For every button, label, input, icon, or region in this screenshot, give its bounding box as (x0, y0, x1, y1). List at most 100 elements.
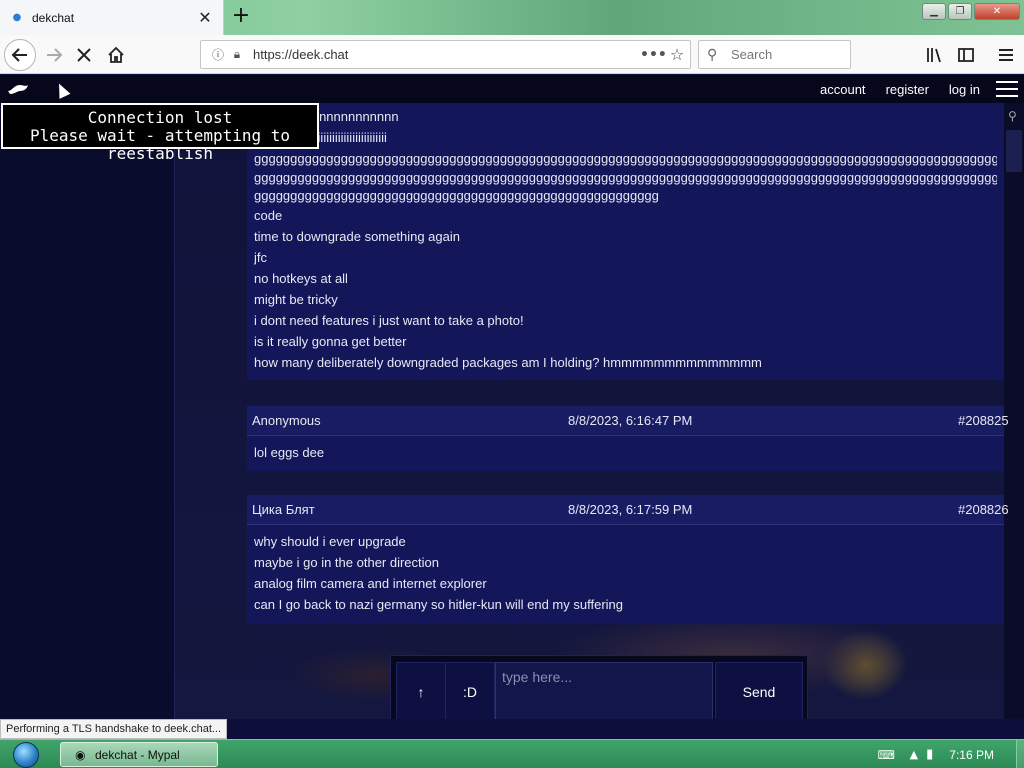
message-line: iiiiiiiiiiiiiiiiiiiiiiiiiiiiiiiiiiiiiiii… (254, 130, 387, 145)
web-page: account register log in ⚲ « nnnnnnnnnnnn… (0, 75, 1024, 719)
start-button[interactable] (4, 740, 48, 768)
message-input[interactable] (495, 662, 713, 719)
minimize-button[interactable]: ▁ (922, 3, 946, 20)
sidebar-search-icon[interactable]: ⚲ (1008, 109, 1017, 123)
message-timestamp: 8/8/2023, 6:16:47 PM (568, 413, 693, 428)
hamburger-icon (999, 49, 1013, 61)
os-taskbar: ◉ dekchat - Mypal ⌨ ▲ ▮ 7:16 PM (0, 739, 1024, 768)
system-tray: ⌨ ▲ ▮ 7:16 PM (878, 740, 1024, 768)
chat-message: nnnnnnnnnnnnnnnnnnnn iiiiiiiiiiiiiiiiiii… (247, 103, 1004, 380)
message-author[interactable]: Anonymous (252, 413, 321, 428)
window-close-button[interactable]: ✕ (974, 3, 1020, 20)
left-panel (0, 75, 175, 719)
keyboard-icon[interactable]: ⌨ (878, 748, 896, 762)
side-scroll-thumb[interactable] (1006, 130, 1022, 172)
maximize-button[interactable]: ❐ (948, 3, 972, 20)
message-line: i dont need features i just want to take… (254, 313, 524, 328)
message-composer: ↑ :D Send (390, 655, 808, 719)
url-text[interactable]: https://deek.chat (253, 47, 640, 62)
message-number[interactable]: #208826 (958, 502, 1009, 517)
site-menu-button[interactable] (996, 79, 1018, 99)
search-bar[interactable]: ⚲ (698, 40, 851, 69)
message-body: nnnnnnnnnnnnnnnnnnnn iiiiiiiiiiiiiiiiiii… (247, 103, 1004, 379)
upload-button[interactable]: ↑ (396, 662, 446, 719)
notice-detail: Please wait - attempting to reestablish (29, 126, 291, 163)
notice-title: Connection lost (87, 108, 233, 127)
taskbar-clock[interactable]: 7:16 PM (949, 748, 994, 762)
connection-lost-notice: Connection lost Please wait - attempting… (1, 103, 319, 163)
close-icon (77, 48, 91, 62)
message-line: how many deliberately downgraded package… (254, 355, 762, 370)
search-icon: ⚲ (707, 46, 718, 63)
show-desktop-button[interactable] (1016, 740, 1024, 768)
message-body: why should i ever upgrade maybe i go in … (247, 525, 1004, 621)
page-actions-icon[interactable]: ••• (640, 47, 667, 63)
bird-logo-icon[interactable] (6, 79, 30, 99)
tab-close-button[interactable]: ✕ (195, 8, 215, 28)
message-body: lol eggs dee (247, 436, 1004, 469)
message-line: why should i ever upgrade (254, 534, 406, 549)
site-topnav: account register log in (0, 75, 1024, 103)
message-timestamp: 8/8/2023, 6:17:59 PM (568, 502, 693, 517)
browser-titlebar: ● dekchat ✕ + ▁ ❐ ✕ (0, 0, 1024, 35)
site-favicon-icon: ● (12, 12, 22, 23)
message-line: can I go back to nazi germany so hitler-… (254, 597, 623, 612)
taskbar-window-label: dekchat - Mypal (95, 747, 180, 762)
windows-logo-icon (13, 741, 39, 768)
login-link[interactable]: log in (949, 82, 980, 97)
back-button[interactable] (4, 39, 36, 71)
sidebar-button[interactable] (950, 39, 982, 71)
chat-message: Цика Блят 8/8/2023, 6:17:59 PM #208826 w… (247, 495, 1009, 624)
home-button[interactable] (100, 39, 132, 71)
message-line: lol eggs dee (254, 445, 325, 460)
message-line: nnnnnnnnnnnnnnnnnnnn (254, 109, 399, 124)
side-scrollbar[interactable] (1004, 103, 1024, 719)
message-number[interactable]: #208825 (958, 413, 1009, 428)
network-icon[interactable]: ▮ (926, 747, 933, 762)
account-link[interactable]: account (820, 82, 866, 97)
window-controls: ▁ ❐ ✕ (922, 3, 1020, 20)
message-author[interactable]: Цика Блят (252, 502, 315, 517)
message-line: analog film camera and internet explorer (254, 576, 487, 591)
forward-button[interactable] (38, 39, 70, 71)
message-line: jfc (254, 250, 267, 265)
send-button[interactable]: Send (715, 662, 803, 719)
library-icon (927, 48, 941, 63)
arrow-right-icon (47, 48, 63, 62)
browser-app-icon: ◉ (75, 747, 86, 762)
message-line: gggggggggggggggggggggggggggggggggggggggg… (254, 170, 997, 185)
star-icon[interactable]: ☆ (664, 45, 690, 64)
emoji-button[interactable]: :D (445, 662, 495, 719)
hamburger-icon (996, 81, 1018, 83)
message-line: is it really gonna get better (254, 334, 407, 349)
library-button[interactable] (918, 39, 950, 71)
home-icon (108, 46, 124, 63)
register-link[interactable]: register (886, 82, 929, 97)
tab-title: dekchat (32, 10, 75, 25)
info-icon[interactable]: ⓘ (209, 46, 227, 64)
taskbar-window-button[interactable]: ◉ dekchat - Mypal (60, 742, 218, 767)
collapse-sidebar-icon[interactable]: « (1010, 715, 1019, 719)
message-line: code (254, 208, 283, 223)
message-line: gggggggggggggggggggggggggggggggggggggggg… (254, 151, 997, 166)
chat-message: Anonymous 8/8/2023, 6:16:47 PM #208825 l… (247, 406, 1009, 471)
search-input[interactable] (731, 47, 841, 62)
message-line: gggggggggggggggggggggggggggggggggggggggg… (254, 188, 659, 203)
message-header: Цика Блят 8/8/2023, 6:17:59 PM #208826 (247, 495, 1009, 525)
arrow-left-icon (11, 48, 27, 62)
message-line: might be tricky (254, 292, 338, 307)
lock-icon[interactable]: 🔒︎ (229, 46, 245, 64)
browser-navbar: ⓘ 🔒︎ https://deek.chat ••• ☆ ⚲ (0, 35, 1024, 74)
message-line: no hotkeys at all (254, 271, 348, 286)
menu-button[interactable] (990, 39, 1022, 71)
url-bar[interactable]: ⓘ 🔒︎ https://deek.chat ••• ☆ (200, 40, 691, 69)
stop-button[interactable] (68, 39, 100, 71)
tray-expand-icon[interactable]: ▲ (910, 748, 918, 761)
message-line: time to downgrade something again (254, 229, 460, 244)
browser-status-bar: Performing a TLS handshake to deek.chat.… (0, 719, 228, 739)
message-line: maybe i go in the other direction (254, 555, 439, 570)
sidebar-icon (958, 48, 974, 62)
browser-tab[interactable]: ● dekchat ✕ (0, 0, 224, 35)
new-tab-button[interactable]: + (228, 5, 254, 29)
message-header: Anonymous 8/8/2023, 6:16:47 PM #208825 (247, 406, 1009, 436)
